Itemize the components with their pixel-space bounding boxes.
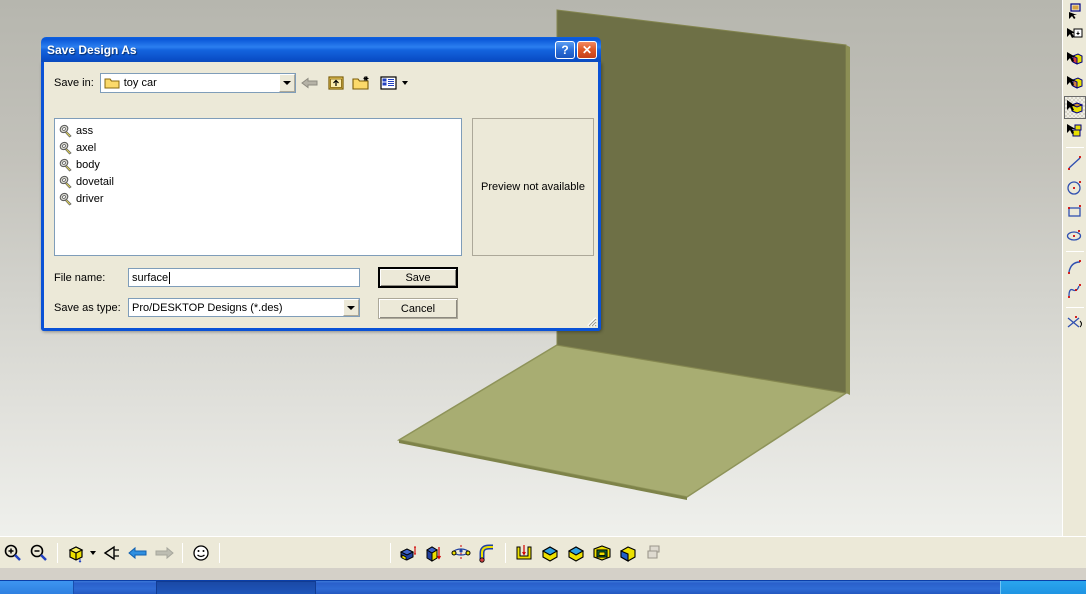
select-solid-icon[interactable] [1064, 48, 1086, 71]
toolbar-separator [1065, 307, 1084, 308]
toolbar-separator [57, 542, 58, 563]
save-button[interactable]: Save [378, 267, 458, 288]
file-name: dovetail [76, 175, 114, 188]
mould-icon[interactable] [512, 541, 536, 565]
file-list[interactable]: ass axel body dovetail driver [54, 118, 462, 256]
list-item[interactable]: body [57, 156, 459, 173]
save-as-type-label: Save as type: [54, 301, 121, 314]
list-item[interactable]: axel [57, 139, 459, 156]
copy-solid-icon[interactable] [642, 541, 666, 565]
drawing-tools-toolbar[interactable] [1062, 0, 1086, 536]
save-in-row: Save in: toy car [54, 72, 594, 94]
extrude-icon[interactable] [397, 541, 421, 565]
chamfer-icon[interactable] [564, 541, 588, 565]
file-name: body [76, 158, 100, 171]
up-one-level-icon[interactable] [325, 73, 348, 94]
cad-design-file-icon [59, 175, 72, 189]
views-icon[interactable] [377, 73, 400, 94]
application-window: Save Design As ? ✕ Save in: toy car ass … [0, 0, 1086, 594]
revolve-icon[interactable] [449, 541, 473, 565]
save-in-label: Save in: [54, 77, 94, 89]
preview-pane: Preview not available [472, 118, 594, 256]
file-name-value: surface [132, 271, 169, 284]
dialog-titlebar[interactable]: Save Design As ? ✕ [41, 37, 601, 62]
sweep-icon[interactable] [475, 541, 499, 565]
next-view-icon[interactable] [152, 541, 176, 565]
previous-view-icon[interactable] [126, 541, 150, 565]
line-tool-icon[interactable] [1064, 152, 1086, 175]
text-caret [169, 271, 171, 284]
toolbar-separator [219, 542, 220, 563]
round-edge-icon[interactable] [538, 541, 562, 565]
list-item[interactable]: dovetail [57, 173, 459, 190]
cad-design-file-icon [59, 192, 72, 206]
file-name: ass [76, 124, 94, 137]
view-cube-icon[interactable] [64, 541, 88, 565]
zoom-out-icon[interactable] [27, 541, 51, 565]
folder-icon [104, 78, 120, 89]
toolbar-separator [390, 542, 391, 563]
cancel-button[interactable]: Cancel [378, 298, 458, 319]
list-item[interactable]: driver [57, 190, 459, 207]
ellipse-tool-icon[interactable] [1064, 224, 1086, 247]
views-dropdown-icon[interactable] [401, 81, 408, 85]
select-shaded-icon[interactable] [1063, 96, 1086, 119]
dialog-title: Save Design As [47, 42, 137, 57]
chevron-down-icon[interactable] [343, 299, 359, 316]
select-group-icon[interactable] [1064, 120, 1086, 143]
new-folder-icon[interactable] [351, 73, 374, 94]
preview-text: Preview not available [481, 181, 585, 193]
list-item[interactable]: ass [57, 122, 459, 139]
help-button[interactable]: ? [555, 40, 575, 59]
view-direction-icon[interactable] [100, 541, 124, 565]
file-name: driver [76, 192, 104, 205]
close-icon[interactable]: ✕ [577, 40, 597, 59]
bottom-toolbar[interactable] [0, 536, 1086, 568]
system-tray[interactable] [1000, 581, 1086, 594]
spline-tool-icon[interactable] [1064, 280, 1086, 303]
cad-design-file-icon [59, 141, 72, 155]
shell-icon[interactable] [590, 541, 614, 565]
file-name-input[interactable]: surface [128, 268, 360, 287]
subtract-icon[interactable] [423, 541, 447, 565]
chevron-down-icon[interactable] [278, 74, 295, 92]
select-material-icon[interactable] [1064, 72, 1086, 95]
save-as-type-combobox[interactable]: Pro/DESKTOP Designs (*.des) [128, 298, 360, 317]
select-faces-icon[interactable] [1064, 0, 1086, 23]
start-button[interactable] [0, 581, 74, 594]
save-in-combobox[interactable]: toy car [99, 73, 296, 93]
resize-grip[interactable] [583, 313, 597, 327]
windows-taskbar[interactable] [0, 580, 1086, 594]
save-as-type-value: Pro/DESKTOP Designs (*.des) [132, 301, 283, 314]
view-cube-dropdown-icon[interactable] [90, 550, 96, 555]
cad-design-file-icon [59, 158, 72, 172]
save-design-as-dialog: Save Design As ? ✕ Save in: toy car ass … [41, 37, 601, 331]
arc-tool-icon[interactable] [1064, 256, 1086, 279]
save-in-value: toy car [123, 77, 157, 89]
toolbar-separator [182, 542, 183, 563]
file-name: axel [76, 141, 97, 154]
back-icon[interactable] [299, 73, 322, 94]
zoom-in-icon[interactable] [1, 541, 25, 565]
taskbar-task-button[interactable] [156, 581, 316, 594]
trim-tool-icon[interactable] [1064, 312, 1086, 335]
smiley-icon[interactable] [189, 541, 213, 565]
circle-tool-icon[interactable] [1064, 176, 1086, 199]
file-name-row: File name: surface [54, 268, 360, 287]
rectangle-tool-icon[interactable] [1064, 200, 1086, 223]
toolbar-separator [1065, 251, 1084, 252]
save-as-type-row: Save as type: Pro/DESKTOP Designs (*.des… [54, 298, 360, 317]
file-name-label: File name: [54, 271, 106, 284]
wall-plane-edge [846, 45, 850, 395]
select-object-icon[interactable] [1064, 24, 1086, 47]
cad-design-file-icon [59, 124, 72, 138]
taper-icon[interactable] [616, 541, 640, 565]
toolbar-separator [1065, 147, 1084, 148]
toolbar-separator [505, 542, 506, 563]
